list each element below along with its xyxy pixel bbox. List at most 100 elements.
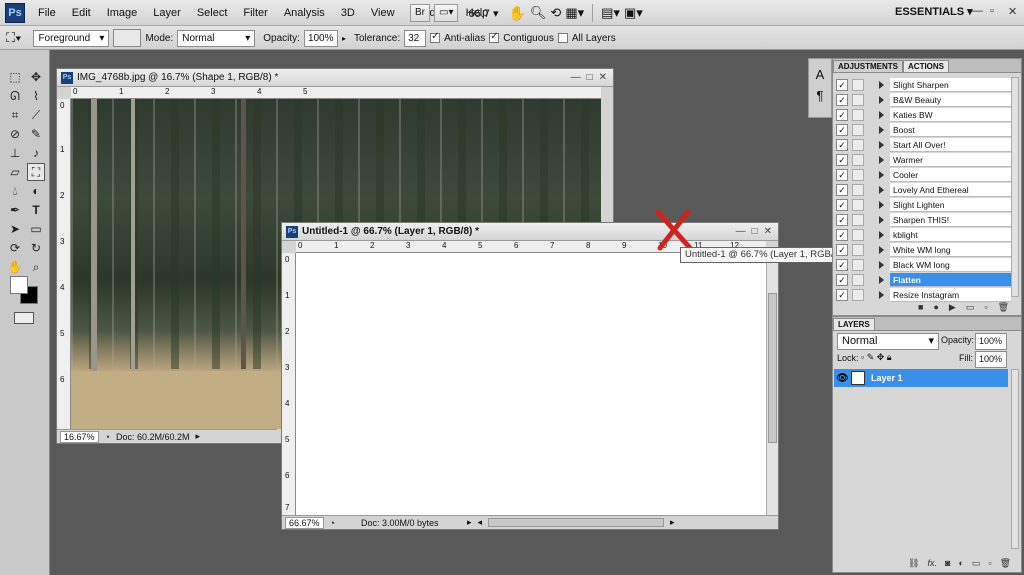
minimize-icon[interactable]: — (972, 5, 983, 17)
menu-analysis[interactable]: Analysis (276, 7, 333, 19)
document-window-untitled[interactable]: Ps Untitled-1 @ 66.7% (Layer 1, RGB/8) *… (281, 222, 779, 530)
close-icon[interactable]: ✕ (1008, 5, 1017, 18)
new-group-icon[interactable]: ▭ (972, 558, 981, 569)
scroll-left-icon[interactable]: ◂ (478, 517, 483, 528)
rotate-view-icon[interactable]: ⟲ (550, 5, 561, 21)
tolerance-field[interactable]: 32 (404, 29, 427, 47)
paint-bucket-preset-icon[interactable]: ⛶▾ (6, 30, 21, 46)
document-title-bar[interactable]: Ps IMG_4768b.jpg @ 16.7% (Shape 1, RGB/8… (57, 69, 613, 87)
blend-mode-select[interactable]: Normal ▾ (837, 333, 939, 350)
fx-icon[interactable]: fx. (927, 558, 937, 568)
character-panel-icon[interactable]: A (809, 67, 831, 82)
delete-layer-icon[interactable]: 🗑︎ (1000, 558, 1011, 569)
scroll-right-icon[interactable]: ▸ (670, 517, 675, 528)
list-item[interactable]: ✓ Cooler (833, 167, 1011, 182)
dodge-tool-icon[interactable]: ◐ (27, 182, 45, 200)
type-tool-icon[interactable]: T (27, 201, 45, 219)
blank-canvas[interactable] (296, 253, 766, 515)
list-item[interactable]: ✓ Sharpen THIS! (833, 212, 1011, 227)
layer-opacity-field[interactable]: 100% (975, 333, 1007, 350)
lasso-tool-icon[interactable]: ᘏ (6, 87, 24, 105)
menu-file[interactable]: File (30, 7, 64, 19)
status-info-icon[interactable]: ◔ (105, 432, 110, 442)
record-icon[interactable]: ● (933, 302, 938, 312)
new-layer-icon[interactable]: ▫ (988, 558, 991, 568)
document-title-bar[interactable]: Ps Untitled-1 @ 66.7% (Layer 1, RGB/8) *… (282, 223, 778, 241)
add-mask-icon[interactable]: ◙ (945, 558, 950, 568)
quick-mask-icon[interactable] (14, 312, 34, 324)
tab-actions[interactable]: ACTIONS (903, 60, 950, 72)
doc-minimize-icon[interactable]: — (571, 72, 581, 83)
zoom-tool-icon[interactable]: ⌕ (27, 258, 45, 276)
list-item[interactable]: ✓ Black WM long (833, 257, 1011, 272)
list-item[interactable]: ✓ Start All Over! (833, 137, 1011, 152)
menu-view[interactable]: View (363, 7, 403, 19)
menu-filter[interactable]: Filter (235, 7, 275, 19)
menu-image[interactable]: Image (99, 7, 146, 19)
list-item[interactable]: ✓ White WM long (833, 242, 1011, 257)
status-menu-arrow-icon[interactable]: ▸ (467, 517, 472, 528)
doc-maximize-icon[interactable]: □ (587, 72, 593, 83)
menu-3d[interactable]: 3D (333, 7, 363, 19)
list-item[interactable]: ✓ Boost (833, 122, 1011, 137)
hand-icon[interactable]: ✋ (508, 5, 525, 22)
list-item-selected[interactable]: ✓ Flatten (833, 272, 1011, 287)
doc-minimize-icon[interactable]: — (736, 226, 746, 237)
layers-scrollbar[interactable] (1011, 369, 1019, 549)
workspace-switcher[interactable]: ESSENTIALS ▾ (895, 5, 973, 18)
new-action-icon[interactable]: ▫ (984, 302, 987, 312)
3d-rotate-tool-icon[interactable]: ⟳ (6, 239, 24, 257)
screen-mode-icon[interactable]: ▣▾ (624, 5, 643, 21)
tab-layers[interactable]: LAYERS (833, 318, 875, 330)
healing-tool-icon[interactable]: ⊘ (6, 125, 24, 143)
menu-layer[interactable]: Layer (145, 7, 189, 19)
arrange-documents-icon[interactable]: ▤▾ (601, 5, 620, 21)
anti-alias-checkbox[interactable] (430, 31, 441, 43)
scroll-thumb[interactable] (768, 293, 777, 443)
menu-select[interactable]: Select (189, 7, 236, 19)
adjustment-layer-icon[interactable]: ◐ (958, 558, 963, 568)
marquee-tool-icon[interactable]: ⬚ (6, 68, 24, 86)
link-layers-icon[interactable]: ⛓ (908, 558, 919, 569)
zoom-level[interactable]: 66.7 ▾ (462, 7, 504, 20)
fill-source-select[interactable]: Foreground ▾ (33, 29, 110, 47)
delete-icon[interactable]: 🗑︎ (998, 302, 1009, 313)
doc-close-icon[interactable]: ✕ (764, 226, 772, 237)
list-item[interactable]: ✓ Lovely And Ethereal (833, 182, 1011, 197)
eraser-tool-icon[interactable]: ▱ (6, 163, 24, 181)
list-item[interactable]: ✓ Katies BW (833, 107, 1011, 122)
paragraph-panel-icon[interactable]: ¶ (809, 88, 831, 103)
contiguous-checkbox[interactable] (489, 31, 500, 43)
move-tool-icon[interactable]: ✥ (27, 68, 45, 86)
list-item[interactable]: ✓ Warmer (833, 152, 1011, 167)
list-item[interactable]: ✓ kblight (833, 227, 1011, 242)
actions-scrollbar[interactable] (1011, 77, 1019, 297)
paint-bucket-tool-icon[interactable]: ⛶ (27, 163, 45, 181)
foreground-color-swatch-top[interactable] (10, 276, 28, 294)
mode-select[interactable]: Normal ▾ (177, 29, 256, 47)
hand-tool-icon[interactable]: ✋ (6, 258, 24, 276)
zoom-field[interactable]: 66.67% (285, 516, 324, 529)
layer-row[interactable]: 👁︎ Layer 1 (834, 369, 1008, 387)
menu-edit[interactable]: Edit (64, 7, 99, 19)
bridge-button[interactable]: Br (410, 4, 430, 22)
tab-adjustments[interactable]: ADJUSTMENTS (833, 60, 904, 72)
list-item[interactable]: ✓ Slight Lighten (833, 197, 1011, 212)
opacity-arrow-icon[interactable]: ▸ (342, 34, 346, 43)
list-item[interactable]: ✓ B&W Beauty (833, 92, 1011, 107)
eye-icon[interactable]: 👁︎ (836, 373, 849, 384)
stop-icon[interactable]: ■ (918, 302, 923, 312)
pattern-picker[interactable] (113, 29, 142, 47)
pen-tool-icon[interactable]: ✒ (6, 201, 24, 219)
play-icon[interactable]: ▶ (949, 302, 956, 313)
3d-orbit-tool-icon[interactable]: ↻ (27, 239, 45, 257)
doc-close-icon[interactable]: ✕ (599, 72, 607, 83)
brush-tool-icon[interactable]: ✎ (27, 125, 45, 143)
blur-tool-icon[interactable]: 💧︎ (6, 182, 24, 200)
horizontal-scrollbar[interactable] (488, 518, 665, 527)
zoom-icon[interactable]: 🔍︎ (530, 5, 547, 21)
new-set-icon[interactable]: ▭ (966, 302, 975, 313)
restore-icon[interactable]: ▫ (990, 5, 994, 17)
list-item[interactable]: ✓ Slight Sharpen (833, 77, 1011, 92)
path-select-tool-icon[interactable]: ➤ (6, 220, 24, 238)
